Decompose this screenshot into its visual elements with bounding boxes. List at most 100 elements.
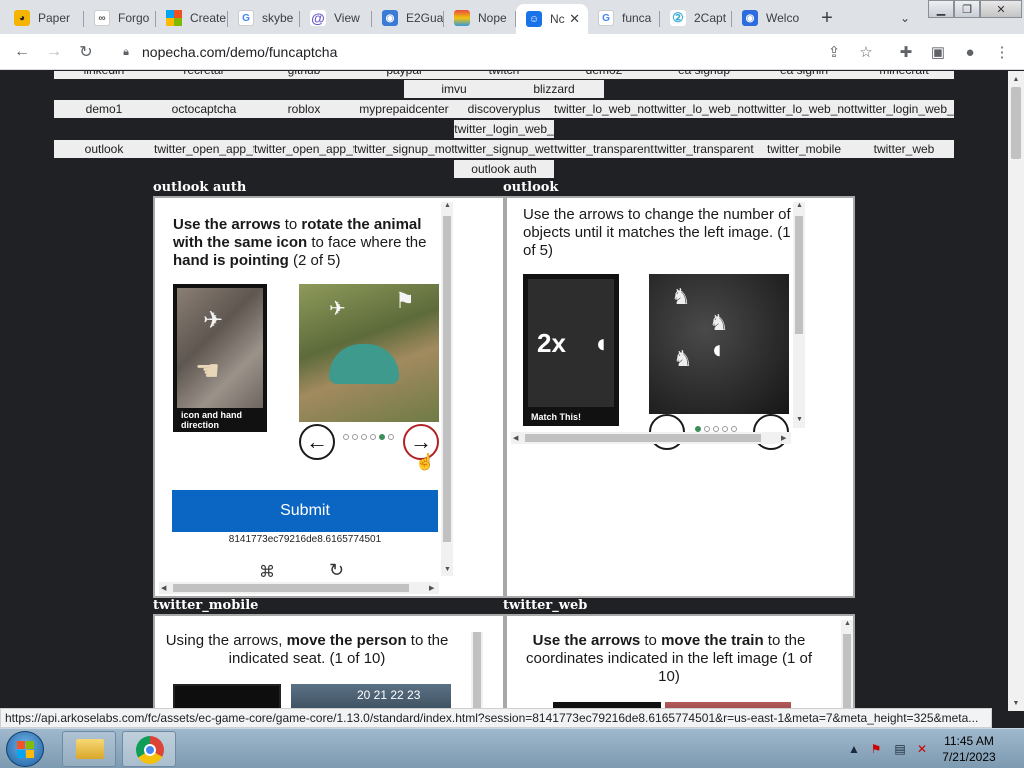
tab-funcaptcha[interactable]: G funca <box>588 4 660 32</box>
nav-link[interactable]: twitter_transparent <box>654 140 754 158</box>
captcha-frame-outlook: Use the arrows to change the number of o… <box>505 196 855 598</box>
reference-label: icon and hand direction <box>181 410 243 430</box>
nav-link[interactable]: outlook <box>54 140 154 158</box>
tab-title: skybe <box>262 11 294 25</box>
nav-link[interactable]: myprepaidcenter <box>354 100 454 118</box>
nav-link[interactable]: github <box>254 71 354 79</box>
tab-view[interactable]: @ View <box>300 4 372 32</box>
forward-arrow-icon[interactable]: → <box>42 40 66 64</box>
nav-link[interactable]: demo1 <box>54 100 154 118</box>
nav-link[interactable]: ea signup <box>654 71 754 79</box>
nav-link[interactable]: twitter_open_app_f <box>254 140 354 158</box>
nav-link[interactable]: linkedin <box>54 71 154 79</box>
nav-link[interactable]: twitter_signup_mot <box>354 140 454 158</box>
nav-link[interactable]: twitter_lo_web_not <box>654 100 754 118</box>
nav-link[interactable]: demo2 <box>554 71 654 79</box>
nav-link[interactable]: paypal <box>354 71 454 79</box>
tab-title: Nc <box>550 12 565 26</box>
refresh-icon[interactable]: ↻ <box>329 560 344 581</box>
nav-link[interactable]: twitch <box>454 71 554 79</box>
tab-paper[interactable]: ◕ Paper <box>4 4 84 32</box>
tab-title: 2Capt <box>694 11 727 25</box>
scroll-up-arrow-icon[interactable]: ▲ <box>1008 71 1024 87</box>
tab-forgot[interactable]: ∞ Forgo <box>84 4 156 32</box>
frame-horizontal-scrollbar[interactable]: ◀ ▶ <box>511 432 791 444</box>
tray-volume-muted-icon[interactable]: ✕ <box>914 741 930 757</box>
nav-link[interactable]: octocaptcha <box>154 100 254 118</box>
tab-create[interactable]: Create <box>156 4 228 32</box>
nav-link-imvu[interactable]: imvu <box>404 80 504 98</box>
audio-icon[interactable]: ⌘ <box>259 562 275 582</box>
tab-nope[interactable]: Nope <box>444 4 516 32</box>
frame-horizontal-scrollbar[interactable]: ◀ ▶ <box>159 582 439 594</box>
reload-icon[interactable]: ↻ <box>74 40 98 64</box>
menu-kebab-icon[interactable]: ⋮ <box>992 42 1012 62</box>
new-tab-button[interactable]: + <box>815 6 839 30</box>
frame-vertical-scrollbar[interactable]: ▲ ▼ <box>441 202 453 576</box>
tab-skybe[interactable]: G skybe <box>228 4 300 32</box>
taskbar-explorer[interactable] <box>62 731 116 767</box>
close-tab-icon[interactable]: ✕ <box>569 11 580 27</box>
maximize-icon[interactable]: ❐ <box>954 0 980 18</box>
nav-link-blizzard[interactable]: blizzard <box>504 80 604 98</box>
taskbar-clock[interactable]: 11:45 AM 7/21/2023 <box>934 733 1004 765</box>
address-bar[interactable]: 🔒︎ nopecha.com/demo/funcaptcha <box>108 39 888 65</box>
nav-link[interactable]: twitter_login_web_ <box>854 100 954 118</box>
scrollbar-thumb[interactable] <box>1011 87 1021 159</box>
chevron-down-icon[interactable]: ⌄ <box>895 8 915 28</box>
nav-link[interactable]: twitter_open_app_f <box>154 140 254 158</box>
tray-chevron-up-icon[interactable]: ▲ <box>846 741 862 757</box>
nav-link[interactable]: twitter_transparent <box>554 140 654 158</box>
back-arrow-icon[interactable]: ← <box>10 40 34 64</box>
nav-link[interactable]: twitter_lo_web_not <box>554 100 654 118</box>
nav-link[interactable]: recretar <box>154 71 254 79</box>
match-label: Match This! <box>531 412 582 422</box>
nav-link[interactable]: twitter_mobile <box>754 140 854 158</box>
extensions-puzzle-icon[interactable]: ✚ <box>896 42 916 62</box>
link-status-bubble: https://api.arkoselabs.com/fc/assets/ec-… <box>0 708 992 728</box>
side-panel-icon[interactable]: ▣ <box>928 42 948 62</box>
nav-link[interactable]: minecraft <box>854 71 954 79</box>
close-window-icon[interactable]: ✕ <box>980 0 1022 18</box>
submit-button[interactable]: Submit <box>172 490 438 532</box>
seats-image: 20 21 22 23 <box>291 684 451 711</box>
captcha-instruction: Using the arrows, move the person to the… <box>165 632 449 667</box>
taskbar-chrome[interactable] <box>122 731 176 767</box>
nav-link[interactable]: discoveryplus <box>454 100 554 118</box>
nav-link[interactable]: twitter_signup_wet <box>454 140 554 158</box>
match-reference-image: 2x ◖ Match This! <box>523 274 619 426</box>
section-title-twitter-mobile: twitter_mobile <box>153 598 259 613</box>
mouse-cursor-hand-icon: ☝ <box>415 454 435 471</box>
captcha-frame-twitter-mobile: Using the arrows, move the person to the… <box>153 614 505 711</box>
profile-avatar-icon[interactable]: ● <box>960 42 980 62</box>
url-text: nopecha.com/demo/funcaptcha <box>142 44 338 60</box>
egg-icon: ◖ <box>709 334 725 364</box>
tab-welcome[interactable]: ◉ Welco <box>732 4 804 32</box>
tray-network-icon[interactable]: ▤ <box>892 741 908 757</box>
nav-link[interactable]: twitter_lo_web_not <box>754 100 854 118</box>
nav-link[interactable]: roblox <box>254 100 354 118</box>
minimize-icon[interactable]: ▁ <box>928 0 954 18</box>
animal-figure <box>329 344 399 384</box>
tab-e2guard[interactable]: ◉ E2Gua <box>372 4 444 32</box>
tab-nopecha-active[interactable]: ☺ Nc ✕ <box>516 4 588 34</box>
bookmark-star-icon[interactable]: ☆ <box>856 42 876 62</box>
start-button[interactable] <box>6 731 44 767</box>
scroll-down-arrow-icon[interactable]: ▼ <box>1008 695 1024 711</box>
tab-2captcha[interactable]: ② 2Capt <box>660 4 732 32</box>
share-icon[interactable]: ⇪ <box>824 42 844 62</box>
objects-image: ♞ ♞ ♞ ◖ <box>649 274 789 414</box>
nav-link[interactable]: ea signin <box>754 71 854 79</box>
tab-title: Forgo <box>118 11 150 25</box>
object-count: 2x <box>537 328 566 358</box>
frame-vertical-scrollbar[interactable] <box>471 632 483 711</box>
page-vertical-scrollbar[interactable]: ▲ ▼ <box>1008 71 1024 711</box>
tray-flag-icon[interactable]: ⚑ <box>868 741 884 757</box>
frame-vertical-scrollbar[interactable]: ▲ ▼ <box>793 202 805 428</box>
nav-link-outlook-auth[interactable]: outlook auth <box>454 160 554 178</box>
left-arrow-button[interactable]: ← <box>299 424 335 460</box>
demo-nav-row-1: demo1 octocaptcha roblox myprepaidcenter… <box>54 100 954 118</box>
nav-link[interactable]: twitter_web <box>854 140 954 158</box>
frame-vertical-scrollbar[interactable]: ▲ <box>841 620 853 711</box>
nav-link-twitter-login-web[interactable]: twitter_login_web_ <box>454 120 554 138</box>
